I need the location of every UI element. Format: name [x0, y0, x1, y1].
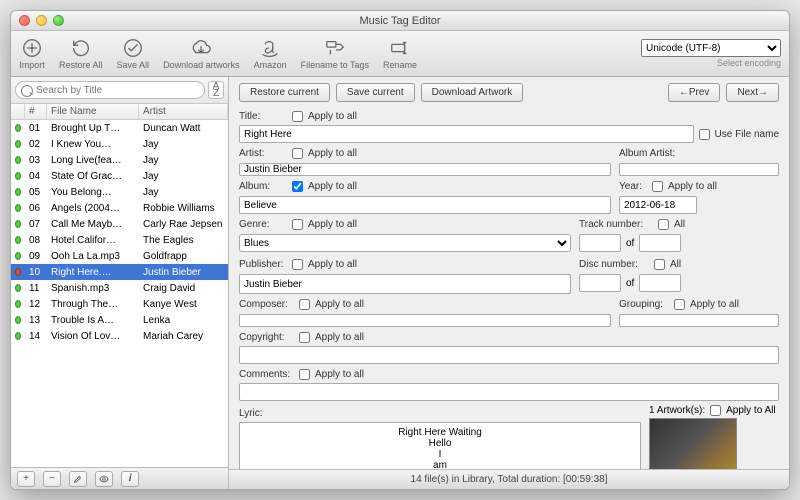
check-circle-icon: [120, 37, 146, 59]
title-label: Title:: [239, 111, 287, 122]
prev-button[interactable]: ←Prev: [668, 83, 721, 102]
publisher-label: Publisher:: [239, 259, 287, 270]
album-label: Album:: [239, 181, 287, 192]
table-row[interactable]: 09Ooh La La.mp3Goldfrapp: [11, 248, 228, 264]
copyright-apply-checkbox[interactable]: [299, 332, 310, 343]
table-row[interactable]: 12Through The…Kanye West: [11, 296, 228, 312]
album-artist-field[interactable]: [619, 163, 779, 176]
sort-button[interactable]: AZ: [208, 81, 224, 99]
next-button[interactable]: Next→: [726, 83, 779, 102]
table-row[interactable]: 06Angels (2004…Robbie Williams: [11, 200, 228, 216]
composer-label: Composer:: [239, 299, 294, 310]
cloud-download-icon: [188, 37, 214, 59]
copyright-label: Copyright:: [239, 332, 294, 343]
file-list[interactable]: 01Brought Up T…Duncan Watt02I Knew You…J…: [11, 120, 228, 467]
table-row[interactable]: 05You Belong…Jay: [11, 184, 228, 200]
publisher-apply-checkbox[interactable]: [292, 259, 303, 270]
table-row[interactable]: 13Trouble Is A…Lenka: [11, 312, 228, 328]
amazon-icon: [257, 37, 283, 59]
disc-b-field[interactable]: [639, 274, 681, 292]
preview-button[interactable]: [95, 471, 113, 487]
disc-apply-checkbox[interactable]: [654, 259, 665, 270]
table-row[interactable]: 02I Knew You…Jay: [11, 136, 228, 152]
track-a-field[interactable]: [579, 234, 621, 252]
filename-to-tags-button[interactable]: Filename to Tags: [301, 37, 369, 70]
album-apply-checkbox[interactable]: [292, 181, 303, 192]
comments-field[interactable]: [239, 383, 779, 401]
comments-apply-checkbox[interactable]: [299, 369, 310, 380]
publisher-field[interactable]: [239, 274, 571, 294]
restore-icon: [68, 37, 94, 59]
artwork-count: 1 Artwork(s):: [649, 405, 705, 416]
status-bar: 14 file(s) in Library, Total duration: […: [229, 469, 789, 489]
composer-field[interactable]: [239, 314, 611, 327]
grouping-field[interactable]: [619, 314, 779, 327]
sidebar-footer: + − 𝒊: [11, 467, 228, 489]
grouping-apply-checkbox[interactable]: [674, 299, 685, 310]
remove-file-button[interactable]: −: [43, 471, 61, 487]
save-all-button[interactable]: Save All: [117, 37, 150, 70]
table-row[interactable]: 07Call Me Mayb…Carly Rae Jepsen: [11, 216, 228, 232]
tag-convert-icon: [322, 37, 348, 59]
genre-apply-checkbox[interactable]: [292, 219, 303, 230]
search-input[interactable]: [36, 82, 198, 98]
restore-all-button[interactable]: Restore All: [59, 37, 103, 70]
album-field[interactable]: [239, 196, 611, 214]
track-label: Track number:: [579, 219, 653, 230]
title-apply-checkbox[interactable]: [292, 111, 303, 122]
album-artist-label: Album Artist:: [619, 148, 689, 159]
table-row[interactable]: 01Brought Up T…Duncan Watt: [11, 120, 228, 136]
genre-label: Genre:: [239, 219, 287, 230]
import-button[interactable]: Import: [19, 37, 45, 70]
window-title: Music Tag Editor: [11, 15, 789, 27]
artwork-apply-checkbox[interactable]: [710, 405, 721, 416]
encoding-select[interactable]: Unicode (UTF-8): [641, 39, 781, 57]
artwork-image[interactable]: BELIEVE: [649, 418, 737, 469]
restore-current-button[interactable]: Restore current: [239, 83, 330, 102]
artist-label: Artist:: [239, 148, 287, 159]
sidebar: AZ # File Name Artist 01Brought Up T…Dun…: [11, 77, 229, 489]
main-panel: Restore current Save current Download Ar…: [229, 77, 789, 489]
table-row[interactable]: 08Hotel Califor…The Eagles: [11, 232, 228, 248]
table-row[interactable]: 11Spanish.mp3Craig David: [11, 280, 228, 296]
track-b-field[interactable]: [639, 234, 681, 252]
table-row[interactable]: 03Long Live(fea…Jay: [11, 152, 228, 168]
track-apply-checkbox[interactable]: [658, 219, 669, 230]
save-current-button[interactable]: Save current: [336, 83, 415, 102]
app-window: Music Tag Editor Import Restore All Save…: [10, 10, 790, 490]
year-field[interactable]: [619, 196, 697, 214]
artist-apply-checkbox[interactable]: [292, 148, 303, 159]
table-row[interactable]: 10Right Here.…Justin Bieber: [11, 264, 228, 280]
disc-a-field[interactable]: [579, 274, 621, 292]
titlebar: Music Tag Editor: [11, 11, 789, 31]
composer-apply-checkbox[interactable]: [299, 299, 310, 310]
lyric-textarea[interactable]: Right Here WaitingHelloIamhere: [239, 422, 641, 469]
info-button[interactable]: 𝒊: [121, 471, 139, 487]
comments-label: Comments:: [239, 369, 294, 380]
file-list-header: # File Name Artist: [11, 104, 228, 120]
year-apply-checkbox[interactable]: [652, 181, 663, 192]
grouping-label: Grouping:: [619, 299, 669, 310]
rename-icon: [387, 37, 413, 59]
title-field[interactable]: [239, 125, 694, 143]
table-row[interactable]: 04State Of Grac…Jay: [11, 168, 228, 184]
encoding-label: Select encoding: [717, 58, 781, 68]
copyright-field[interactable]: [239, 346, 779, 364]
lyric-label: Lyric:: [239, 408, 287, 419]
year-label: Year:: [619, 181, 647, 192]
artist-field[interactable]: [239, 163, 611, 176]
table-row[interactable]: 14Vision Of Lov…Mariah Carey: [11, 328, 228, 344]
download-artworks-button[interactable]: Download artworks: [163, 37, 240, 70]
search-input-wrap: [15, 81, 205, 99]
toolbar: Import Restore All Save All Download art…: [11, 31, 789, 77]
plus-circle-icon: [19, 37, 45, 59]
download-artwork-button[interactable]: Download Artwork: [421, 83, 524, 102]
use-filename-checkbox[interactable]: [699, 129, 710, 140]
disc-label: Disc number:: [579, 259, 649, 270]
rename-button[interactable]: Rename: [383, 37, 417, 70]
genre-select[interactable]: Blues: [239, 234, 571, 252]
amazon-button[interactable]: Amazon: [254, 37, 287, 70]
edit-button[interactable]: [69, 471, 87, 487]
add-file-button[interactable]: +: [17, 471, 35, 487]
